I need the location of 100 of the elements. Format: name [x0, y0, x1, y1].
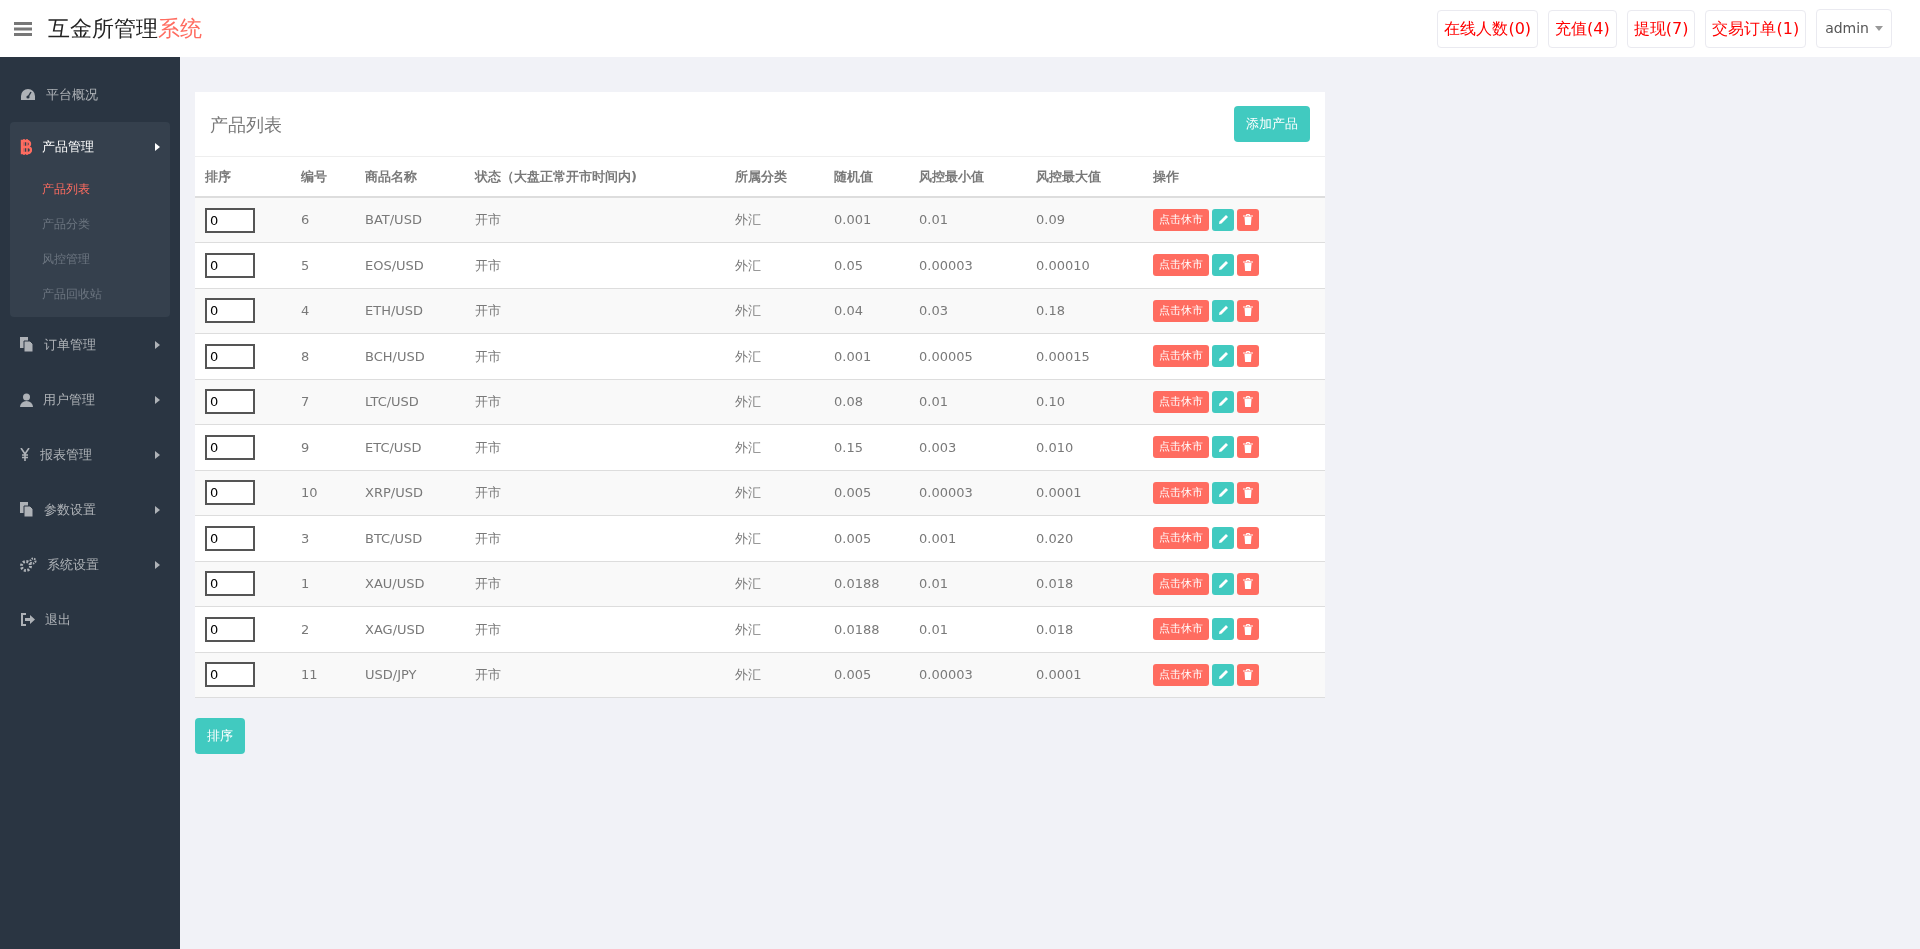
suspend-button[interactable]: 点击休市 [1153, 527, 1209, 550]
table-cell: 0.00003 [909, 652, 1026, 698]
table-cell: 0.001 [824, 197, 909, 243]
suspend-button[interactable]: 点击休市 [1153, 618, 1209, 641]
table-cell: 0.03 [909, 288, 1026, 334]
sidebar-item[interactable]: 平台概况 [10, 67, 170, 122]
user-dropdown[interactable]: admin [1816, 9, 1892, 48]
edit-button[interactable] [1212, 299, 1234, 322]
delete-button[interactable] [1237, 254, 1259, 277]
sort-input[interactable]: 0 [205, 525, 255, 551]
table-cell: 开市 [465, 515, 725, 561]
edit-button[interactable] [1212, 618, 1234, 641]
table-cell: 开市 [465, 606, 725, 652]
menu-icon[interactable] [14, 21, 32, 36]
edit-button[interactable] [1212, 390, 1234, 413]
delete-button[interactable] [1237, 299, 1259, 322]
suspend-button[interactable]: 点击休市 [1153, 299, 1209, 322]
table-cell: 0.15 [824, 424, 909, 470]
edit-button[interactable] [1212, 527, 1234, 550]
trash-icon [1243, 350, 1253, 362]
edit-button[interactable] [1212, 436, 1234, 459]
sort-input[interactable]: 0 [205, 434, 255, 460]
table-cell: LTC/USD [355, 379, 465, 425]
table-cell: 外汇 [725, 242, 824, 288]
table-cell: 0.01 [909, 197, 1026, 243]
table-cell: 开市 [465, 470, 725, 516]
sidebar-item[interactable]: 系统设置 [10, 537, 170, 592]
pencil-icon [1217, 487, 1229, 498]
table-cell: 开市 [465, 379, 725, 425]
sort-input[interactable]: 0 [205, 298, 255, 324]
sidebar-item[interactable]: 退出 [10, 592, 170, 647]
suspend-button[interactable]: 点击休市 [1153, 436, 1209, 459]
table-cell: 0.05 [824, 242, 909, 288]
yen-icon [20, 448, 30, 461]
sort-input[interactable]: 0 [205, 252, 255, 278]
delete-button[interactable] [1237, 481, 1259, 504]
header-button[interactable]: 提现(7) [1626, 9, 1696, 48]
sort-input[interactable]: 0 [205, 343, 255, 369]
suspend-button[interactable]: 点击休市 [1153, 572, 1209, 595]
edit-button[interactable] [1212, 209, 1234, 231]
sidebar-item[interactable]: 参数设置 [10, 482, 170, 537]
sort-input[interactable]: 0 [205, 389, 255, 415]
sort-input[interactable]: 0 [205, 662, 255, 688]
suspend-button[interactable]: 点击休市 [1153, 345, 1209, 368]
table-cell: BAT/USD [355, 197, 465, 243]
sidebar-item[interactable]: 产品管理 [10, 122, 170, 172]
header-button[interactable]: 充值(4) [1548, 9, 1617, 48]
submenu-item[interactable]: 产品列表 [10, 172, 170, 207]
delete-button[interactable] [1237, 527, 1259, 550]
pencil-icon [1217, 259, 1229, 271]
table-cell: USD/JPY [355, 652, 465, 698]
delete-button[interactable] [1237, 663, 1259, 686]
delete-button[interactable] [1237, 436, 1259, 459]
delete-button[interactable] [1237, 572, 1259, 595]
sidebar-item[interactable]: 订单管理 [10, 317, 170, 372]
table-cell: 2 [291, 606, 355, 652]
table-cell: 开市 [465, 242, 725, 288]
table-cell: 0.020 [1026, 515, 1143, 561]
table-cell: 0.010 [1026, 424, 1143, 470]
table-cell: 0.00015 [1026, 333, 1143, 379]
delete-button[interactable] [1237, 345, 1259, 368]
add-product-button[interactable]: 添加产品 [1234, 106, 1310, 142]
delete-button[interactable] [1237, 618, 1259, 641]
table-cell: 外汇 [725, 652, 824, 698]
sort-input[interactable]: 0 [205, 480, 255, 506]
suspend-button[interactable]: 点击休市 [1153, 663, 1209, 686]
sidebar-item[interactable]: 用户管理 [10, 372, 170, 427]
pencil-icon [1217, 669, 1229, 680]
table-cell: XRP/USD [355, 470, 465, 516]
header-button[interactable]: 交易订单(1) [1705, 9, 1807, 48]
documents-icon [20, 337, 34, 352]
table-cell: 外汇 [725, 424, 824, 470]
table-cell: BTC/USD [355, 515, 465, 561]
suspend-button[interactable]: 点击休市 [1153, 481, 1209, 504]
edit-button[interactable] [1212, 254, 1234, 277]
table-cell: 9 [291, 424, 355, 470]
table-cell: 0.005 [824, 515, 909, 561]
edit-button[interactable] [1212, 663, 1234, 686]
sort-input[interactable]: 0 [205, 616, 255, 642]
sort-input[interactable]: 0 [205, 571, 255, 597]
trash-icon [1243, 669, 1253, 680]
table-cell: 0.0001 [1026, 652, 1143, 698]
table-cell: 0.04 [824, 288, 909, 334]
suspend-button[interactable]: 点击休市 [1153, 390, 1209, 413]
header-button[interactable]: 在线人数(0) [1437, 9, 1539, 48]
table-cell: 4 [291, 288, 355, 334]
edit-button[interactable] [1212, 572, 1234, 595]
sort-button[interactable]: 排序 [195, 718, 245, 754]
edit-button[interactable] [1212, 481, 1234, 504]
suspend-button[interactable]: 点击休市 [1153, 209, 1209, 231]
pencil-icon [1217, 214, 1229, 226]
table-cell: 开市 [465, 197, 725, 243]
edit-button[interactable] [1212, 345, 1234, 368]
table-cell: XAU/USD [355, 561, 465, 607]
delete-button[interactable] [1237, 390, 1259, 413]
sort-input[interactable]: 0 [205, 207, 255, 233]
gears-icon [20, 557, 37, 572]
sidebar-item[interactable]: 报表管理 [10, 427, 170, 482]
delete-button[interactable] [1237, 209, 1259, 231]
suspend-button[interactable]: 点击休市 [1153, 254, 1209, 277]
